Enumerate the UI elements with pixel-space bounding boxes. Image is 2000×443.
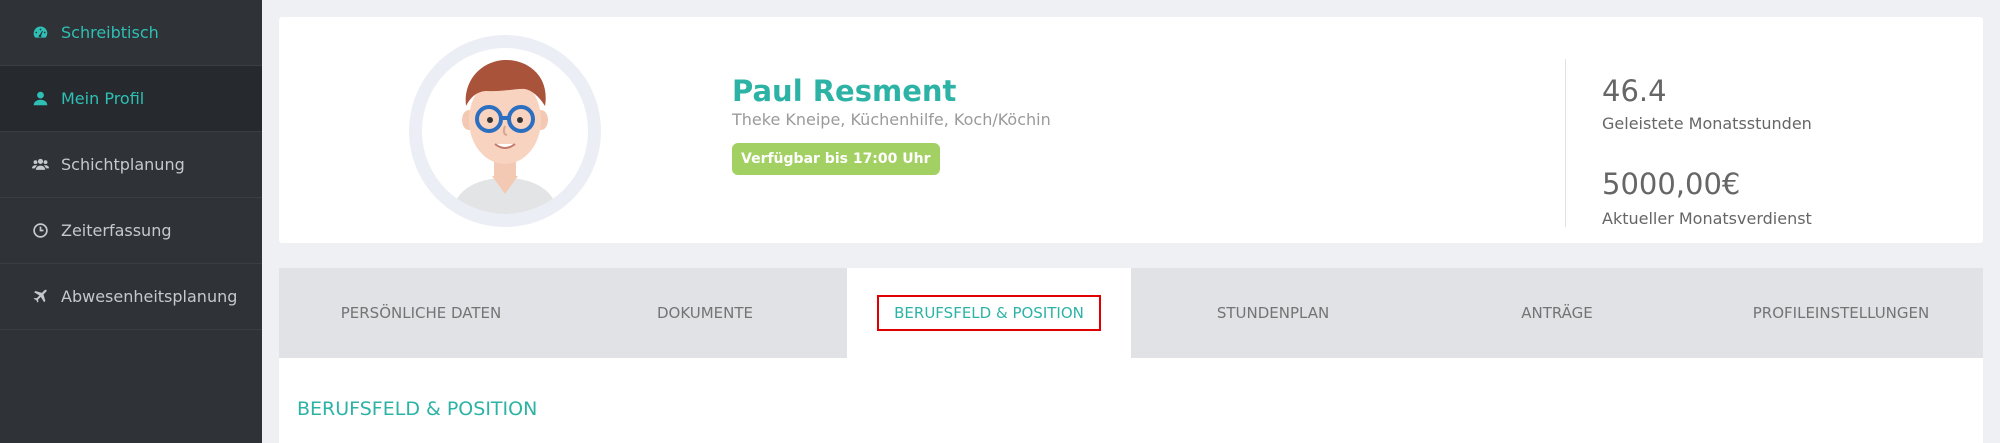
tab-label: DOKUMENTE (656, 304, 754, 322)
tab-profileinstellungen[interactable]: PROFILEINSTELLUNGEN (1699, 268, 1983, 358)
sidebar-item-zeiterfassung[interactable]: Zeiterfassung (0, 198, 262, 264)
dashboard-icon (29, 24, 51, 42)
tab-berufsfeld-position[interactable]: BERUFSFELD & POSITION (847, 268, 1131, 358)
sidebar-item-label: Abwesenheitsplanung (61, 287, 238, 306)
tab-label: ANTRÄGE (1521, 304, 1593, 322)
tab-dokumente[interactable]: DOKUMENTE (563, 268, 847, 358)
sidebar: Schreibtisch Mein Profil Schichtplanung … (0, 0, 262, 443)
tab-label: PROFILEINSTELLUNGEN (1752, 304, 1930, 322)
users-icon (29, 156, 51, 174)
avatar (409, 35, 601, 227)
section-title: BERUFSFELD & POSITION (297, 398, 538, 420)
plane-icon (29, 288, 51, 306)
clock-icon (29, 222, 51, 240)
sidebar-item-mein-profil[interactable]: Mein Profil (0, 66, 262, 132)
earnings-label: Aktueller Monatsverdienst (1602, 209, 1812, 228)
sidebar-item-label: Schreibtisch (61, 23, 159, 42)
availability-badge: Verfügbar bis 17:00 Uhr (732, 143, 940, 175)
profile-tabs: PERSÖNLICHE DATEN DOKUMENTE BERUFSFELD &… (279, 268, 1983, 358)
tab-content: BERUFSFELD & POSITION (279, 358, 1983, 443)
tab-label: BERUFSFELD & POSITION (877, 295, 1101, 331)
sidebar-item-schichtplanung[interactable]: Schichtplanung (0, 132, 262, 198)
tab-label: PERSÖNLICHE DATEN (340, 304, 502, 322)
profile-card: Paul Resment Theke Kneipe, Küchenhilfe, … (279, 17, 1983, 243)
sidebar-item-label: Zeiterfassung (61, 221, 172, 240)
earnings-value: 5000,00€ (1602, 167, 1741, 201)
profile-name: Paul Resment (732, 74, 957, 108)
sidebar-item-abwesenheitsplanung[interactable]: Abwesenheitsplanung (0, 264, 262, 330)
user-icon (29, 90, 51, 108)
tab-antraege[interactable]: ANTRÄGE (1415, 268, 1699, 358)
hours-label: Geleistete Monatsstunden (1602, 114, 1812, 133)
profile-roles: Theke Kneipe, Küchenhilfe, Koch/Köchin (732, 110, 1051, 129)
sidebar-item-label: Schichtplanung (61, 155, 185, 174)
sidebar-item-schreibtisch[interactable]: Schreibtisch (0, 0, 262, 66)
hours-value: 46.4 (1602, 74, 1667, 108)
stats-divider (1565, 59, 1566, 227)
tab-label: STUNDENPLAN (1216, 304, 1330, 322)
tab-stundenplan[interactable]: STUNDENPLAN (1131, 268, 1415, 358)
tab-persoenliche-daten[interactable]: PERSÖNLICHE DATEN (279, 268, 563, 358)
sidebar-item-label: Mein Profil (61, 89, 145, 108)
